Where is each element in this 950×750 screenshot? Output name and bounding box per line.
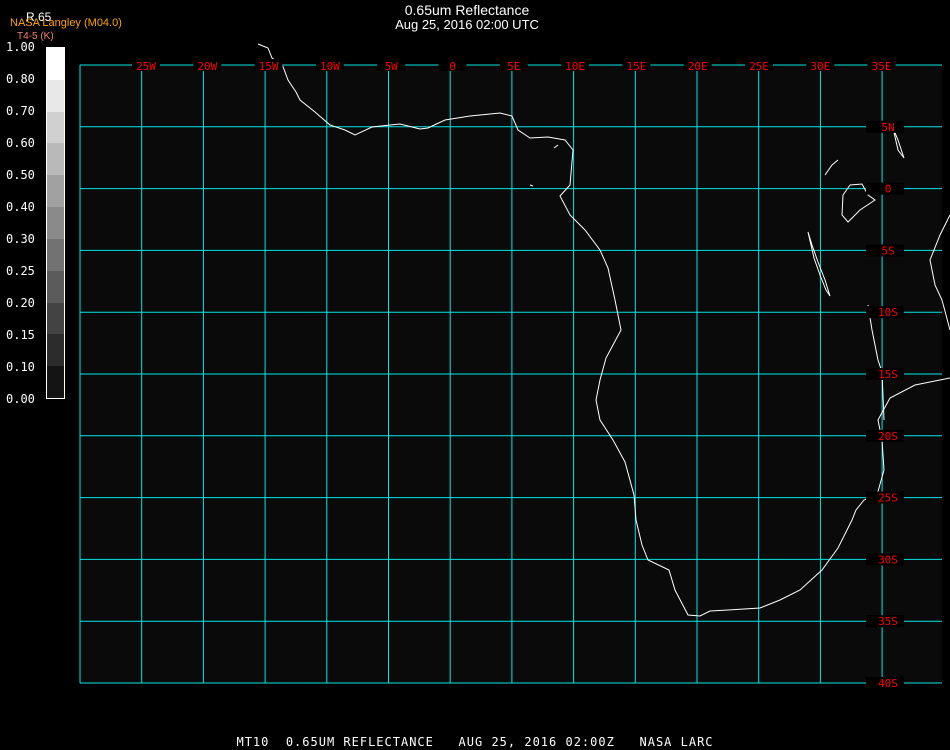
latitude-label: 0 xyxy=(885,183,892,196)
latitude-label: 10S xyxy=(878,306,898,319)
longitude-label: 10E xyxy=(565,60,585,73)
longitude-label: 5E xyxy=(507,60,520,73)
longitude-label: 15E xyxy=(626,60,646,73)
latitude-label: 40S xyxy=(878,677,898,690)
satellite-map: 25W 20W 15W 10W 5W 0 5E 10E 15E 20E 25E 30E 35E 5N 0 5S… xyxy=(79,43,950,690)
latitude-label: 30S xyxy=(878,553,898,566)
longitude-label: 20E xyxy=(688,60,708,73)
longitude-label: 35E xyxy=(872,60,892,73)
latitude-label: 5S xyxy=(881,244,894,257)
latitude-label: 25S xyxy=(878,492,898,505)
longitude-label: 30E xyxy=(810,60,830,73)
longitude-label: 10W xyxy=(320,60,340,73)
latitude-label: 20S xyxy=(878,430,898,443)
longitude-label: 20W xyxy=(197,60,217,73)
latitude-label: 5N xyxy=(881,121,894,134)
longitude-label: 25E xyxy=(749,60,769,73)
latitude-label: 15S xyxy=(878,368,898,381)
longitude-label: 5W xyxy=(385,60,399,73)
longitude-label: 0 xyxy=(449,60,456,73)
longitude-label: 15W xyxy=(259,60,279,73)
longitude-label: 25W xyxy=(136,60,156,73)
latitude-label: 35S xyxy=(878,615,898,628)
footer-caption: MT10 0.65UM REFLECTANCE AUG 25, 2016 02:… xyxy=(236,735,714,749)
